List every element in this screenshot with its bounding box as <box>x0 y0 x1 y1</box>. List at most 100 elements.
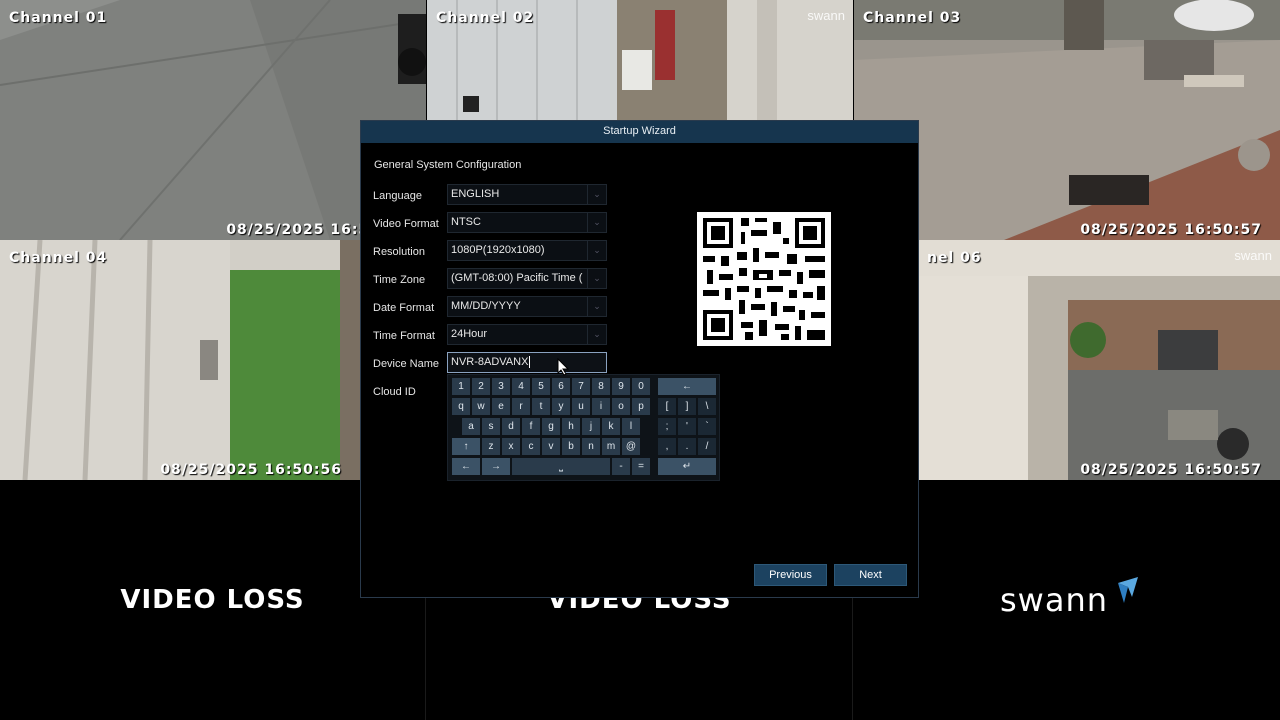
date-format-value: MM/DD/YYYY <box>451 300 521 312</box>
chevron-down-icon: ⌄ <box>587 213 606 232</box>
backspace-key[interactable]: ← <box>658 378 716 395</box>
key-k[interactable]: k <box>602 418 620 435</box>
camera-feed-covered-patio <box>918 240 1280 480</box>
key-5[interactable]: 5 <box>532 378 550 395</box>
video-format-select[interactable]: NTSC ⌄ <box>447 212 607 233</box>
time-format-row: Time Format 24Hour ⌄ <box>361 324 621 346</box>
key-apostrophe[interactable]: ' <box>678 418 696 435</box>
startup-wizard-dialog: Startup Wizard General System Configurat… <box>360 120 919 598</box>
chevron-down-icon: ⌄ <box>587 325 606 344</box>
device-name-row: Device Name NVR-8ADVANX <box>361 352 621 374</box>
key-slash[interactable]: / <box>698 438 716 455</box>
key-h[interactable]: h <box>562 418 580 435</box>
key-x[interactable]: x <box>502 438 520 455</box>
key-r[interactable]: r <box>512 398 530 415</box>
key-semicolon[interactable]: ; <box>658 418 676 435</box>
time-format-select[interactable]: 24Hour ⌄ <box>447 324 607 345</box>
language-select[interactable]: ENGLISH ⌄ <box>447 184 607 205</box>
key-2[interactable]: 2 <box>472 378 490 395</box>
key-3[interactable]: 3 <box>492 378 510 395</box>
date-format-label: Date Format <box>373 302 435 314</box>
key-a[interactable]: a <box>462 418 480 435</box>
camera-tile-channel-04[interactable]: Channel 04 08/25/2025 16:50:56 <box>0 240 360 480</box>
key-i[interactable]: i <box>592 398 610 415</box>
key-period[interactable]: . <box>678 438 696 455</box>
mouse-cursor-icon <box>557 358 569 376</box>
key-backslash[interactable]: \ <box>698 398 716 415</box>
resolution-label: Resolution <box>373 246 425 258</box>
key-q[interactable]: q <box>452 398 470 415</box>
key-7[interactable]: 7 <box>572 378 590 395</box>
channel-label: Channel 03 <box>863 10 962 26</box>
language-label: Language <box>373 190 422 202</box>
on-screen-keyboard: 1 2 3 4 5 6 7 8 9 0 ← q w e r t y u i o … <box>447 374 720 481</box>
key-minus[interactable]: - <box>612 458 630 475</box>
key-w[interactable]: w <box>472 398 490 415</box>
cloud-id-label: Cloud ID <box>373 386 416 398</box>
key-9[interactable]: 9 <box>612 378 630 395</box>
swann-watermark: swann <box>807 8 845 23</box>
shift-key[interactable]: ↑ <box>452 438 480 455</box>
key-8[interactable]: 8 <box>592 378 610 395</box>
key-l[interactable]: l <box>622 418 640 435</box>
key-backtick[interactable]: ` <box>698 418 716 435</box>
key-f[interactable]: f <box>522 418 540 435</box>
timestamp: 08/25/2025 16:50:56 <box>160 462 342 478</box>
key-b[interactable]: b <box>562 438 580 455</box>
key-d[interactable]: d <box>502 418 520 435</box>
previous-button[interactable]: Previous <box>754 564 827 586</box>
left-arrow-key[interactable]: ← <box>452 458 480 475</box>
key-0[interactable]: 0 <box>632 378 650 395</box>
key-4[interactable]: 4 <box>512 378 530 395</box>
key-u[interactable]: u <box>572 398 590 415</box>
space-key[interactable]: ⎵ <box>512 458 610 475</box>
key-6[interactable]: 6 <box>552 378 570 395</box>
resolution-value: 1080P(1920x1080) <box>451 244 545 256</box>
dialog-title: Startup Wizard <box>361 121 918 143</box>
key-at[interactable]: @ <box>622 438 640 455</box>
key-1[interactable]: 1 <box>452 378 470 395</box>
enter-key[interactable]: ↵ <box>658 458 716 475</box>
device-name-label: Device Name <box>373 358 440 370</box>
date-format-row: Date Format MM/DD/YYYY ⌄ <box>361 296 621 318</box>
timestamp: 08/25/2025 16:50:57 <box>1080 222 1262 238</box>
camera-feed-grass-side <box>0 240 360 480</box>
time-zone-value: (GMT-08:00) Pacific Time ( <box>451 272 583 284</box>
key-left-bracket[interactable]: [ <box>658 398 676 415</box>
timestamp: 08/25/2025 16:50:57 <box>1080 462 1262 478</box>
camera-tile-channel-06[interactable]: nel 06 swann 08/25/2025 16:50:57 <box>918 240 1280 480</box>
key-equals[interactable]: = <box>632 458 650 475</box>
right-arrow-key[interactable]: → <box>482 458 510 475</box>
key-p[interactable]: p <box>632 398 650 415</box>
channel-label: Channel 02 <box>436 10 535 26</box>
key-e[interactable]: e <box>492 398 510 415</box>
time-zone-row: Time Zone (GMT-08:00) Pacific Time ( ⌄ <box>361 268 621 290</box>
key-right-bracket[interactable]: ] <box>678 398 696 415</box>
key-v[interactable]: v <box>542 438 560 455</box>
device-name-value: NVR-8ADVANX <box>451 356 529 368</box>
key-z[interactable]: z <box>482 438 500 455</box>
language-value: ENGLISH <box>451 188 500 200</box>
resolution-select[interactable]: 1080P(1920x1080) ⌄ <box>447 240 607 261</box>
key-t[interactable]: t <box>532 398 550 415</box>
channel-label: Channel 01 <box>9 10 108 26</box>
language-row: Language ENGLISH ⌄ <box>361 184 621 206</box>
key-m[interactable]: m <box>602 438 620 455</box>
time-zone-select[interactable]: (GMT-08:00) Pacific Time ( ⌄ <box>447 268 607 289</box>
video-format-value: NTSC <box>451 216 481 228</box>
key-o[interactable]: o <box>612 398 630 415</box>
text-caret <box>529 356 531 369</box>
next-button[interactable]: Next <box>834 564 907 586</box>
key-g[interactable]: g <box>542 418 560 435</box>
key-c[interactable]: c <box>522 438 540 455</box>
chevron-down-icon: ⌄ <box>587 297 606 316</box>
key-j[interactable]: j <box>582 418 600 435</box>
key-s[interactable]: s <box>482 418 500 435</box>
key-y[interactable]: y <box>552 398 570 415</box>
time-format-label: Time Format <box>373 330 435 342</box>
key-comma[interactable]: , <box>658 438 676 455</box>
key-n[interactable]: n <box>582 438 600 455</box>
date-format-select[interactable]: MM/DD/YYYY ⌄ <box>447 296 607 317</box>
video-format-row: Video Format NTSC ⌄ <box>361 212 621 234</box>
device-name-input[interactable]: NVR-8ADVANX <box>447 352 607 373</box>
